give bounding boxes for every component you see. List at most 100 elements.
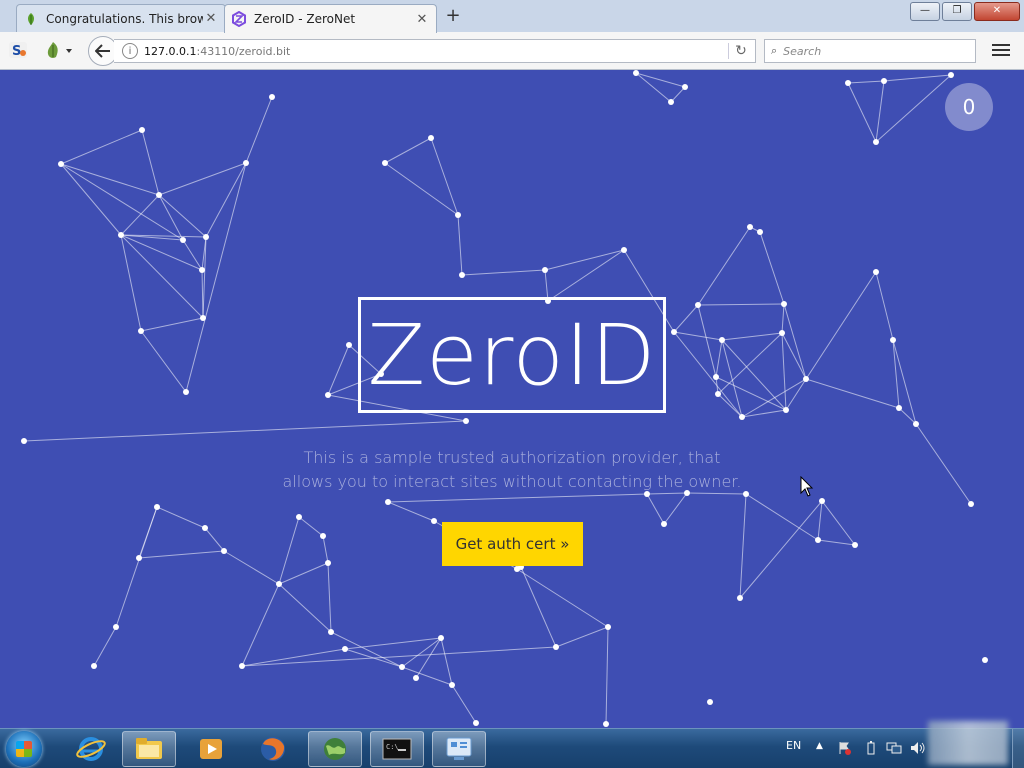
network-edge xyxy=(344,637,442,650)
network-edge xyxy=(141,129,160,196)
battery-icon[interactable] xyxy=(864,741,878,755)
tab-congratulations[interactable]: Congratulations. This brow... ✕ xyxy=(16,4,226,32)
network-node xyxy=(138,328,144,334)
show-hidden-icons-icon[interactable]: ▲ xyxy=(816,741,830,755)
maximize-button[interactable]: ❐ xyxy=(942,2,972,21)
network-node xyxy=(118,232,124,238)
search-icon: ⌕ xyxy=(771,44,778,57)
network-node xyxy=(913,421,919,427)
network-edge xyxy=(384,137,432,164)
address-bar[interactable]: i 127.0.0.1:43110/zeroid.bit ↻ xyxy=(114,39,756,63)
windows-taskbar: C:\ EN ▲ xyxy=(0,721,1024,768)
network-node xyxy=(431,518,437,524)
tab-title: Congratulations. This brow... xyxy=(46,11,203,26)
network-node xyxy=(603,721,609,727)
search-input[interactable]: ⌕ Search xyxy=(764,39,976,63)
network-edge xyxy=(138,550,225,559)
url-host: 127.0.0.1 xyxy=(144,44,197,58)
arrow-left-icon xyxy=(95,44,110,58)
get-auth-cert-button[interactable]: Get auth cert » xyxy=(442,522,583,566)
tagline: This is a sample trusted authorization p… xyxy=(272,446,752,494)
reload-icon[interactable]: ↻ xyxy=(728,43,749,59)
network-node xyxy=(136,555,142,561)
network-node xyxy=(202,525,208,531)
network-edge xyxy=(715,339,723,378)
new-tab-button[interactable]: + xyxy=(443,6,463,26)
zeroid-page: 0 ZeroID This is a sample trusted author… xyxy=(0,70,1024,728)
network-edge xyxy=(241,648,346,667)
network-edge xyxy=(817,500,823,541)
network-edge xyxy=(241,646,557,667)
network-node xyxy=(156,192,162,198)
network-node xyxy=(896,405,902,411)
network-node xyxy=(269,94,275,100)
network-edge xyxy=(60,163,184,241)
network-node xyxy=(819,498,825,504)
network-node xyxy=(707,699,713,705)
close-tab-icon[interactable]: ✕ xyxy=(203,11,219,26)
network-node xyxy=(413,675,419,681)
network-edge xyxy=(278,583,332,633)
network-node xyxy=(553,644,559,650)
action-center-flag-icon[interactable] xyxy=(838,741,852,755)
addon-s-icon[interactable]: S xyxy=(8,40,28,60)
network-edge xyxy=(93,626,117,667)
network-icon[interactable] xyxy=(886,741,902,755)
network-edge xyxy=(451,684,477,724)
network-node xyxy=(873,139,879,145)
volume-icon[interactable] xyxy=(910,741,925,755)
system-tray: EN ▲ xyxy=(0,721,1024,768)
close-tab-icon[interactable]: ✕ xyxy=(414,12,430,27)
network-edge xyxy=(387,493,648,503)
network-node xyxy=(890,337,896,343)
url-path: :43110/zeroid.bit xyxy=(196,44,291,58)
network-node xyxy=(737,595,743,601)
network-edge xyxy=(670,86,686,103)
network-edge xyxy=(847,80,885,84)
network-node xyxy=(180,237,186,243)
network-node xyxy=(455,212,461,218)
network-node xyxy=(781,301,787,307)
tab-strip: Congratulations. This brow... ✕ ZeroID -… xyxy=(0,0,1024,33)
network-edge xyxy=(721,332,783,341)
show-desktop-button[interactable] xyxy=(1012,729,1024,768)
zeronet-hexagon-icon xyxy=(231,11,247,27)
network-node xyxy=(682,84,688,90)
network-edge xyxy=(785,378,807,411)
network-edge xyxy=(430,137,459,216)
network-node xyxy=(948,72,954,78)
network-edge xyxy=(278,562,329,585)
clock-blurred[interactable] xyxy=(928,721,1008,765)
network-node xyxy=(719,337,725,343)
site-info-icon[interactable]: i xyxy=(122,43,138,59)
tab-zeroid[interactable]: ZeroID - ZeroNet ✕ xyxy=(224,4,437,33)
search-placeholder: Search xyxy=(783,44,822,58)
network-edge xyxy=(717,393,743,418)
tor-onion-menu-icon[interactable] xyxy=(44,40,74,60)
network-edge xyxy=(739,493,747,599)
network-edge xyxy=(120,194,160,236)
network-node xyxy=(296,514,302,520)
network-node xyxy=(21,438,27,444)
close-window-button[interactable]: ✕ xyxy=(974,2,1020,21)
minimize-button[interactable]: — xyxy=(910,2,940,21)
network-node xyxy=(438,635,444,641)
network-edge xyxy=(401,637,442,668)
tagline-line-1: This is a sample trusted authorization p… xyxy=(303,448,721,467)
network-node xyxy=(779,330,785,336)
hamburger-menu-icon[interactable] xyxy=(992,41,1010,59)
network-edge xyxy=(883,74,952,82)
network-edge xyxy=(223,550,280,585)
network-edge xyxy=(120,234,204,319)
tab-title: ZeroID - ZeroNet xyxy=(254,12,356,26)
network-edge xyxy=(278,516,300,585)
network-node xyxy=(982,657,988,663)
network-edge xyxy=(673,304,699,333)
network-node xyxy=(873,269,879,275)
language-indicator[interactable]: EN xyxy=(786,739,801,752)
network-edge xyxy=(663,492,688,525)
mouse-cursor-icon xyxy=(800,476,814,497)
network-edge xyxy=(605,626,609,725)
notification-count-badge[interactable]: 0 xyxy=(945,83,993,131)
network-node xyxy=(757,229,763,235)
